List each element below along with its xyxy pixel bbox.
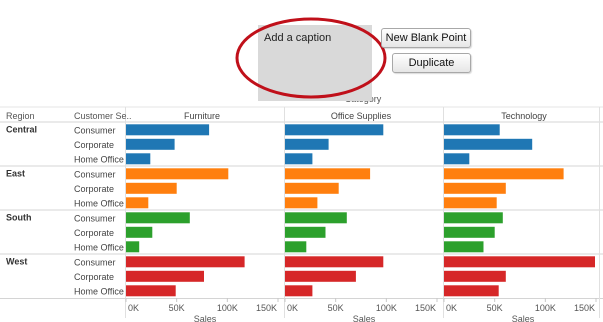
bar-central-home-office-technology [444,153,470,165]
x-axis-label-furniture: Sales [194,314,217,322]
bar-west-home-office-furniture [126,285,176,297]
segment-label-west-consumer: Consumer [74,257,116,267]
segment-label-west-home-office: Home Office [74,286,124,296]
bar-south-home-office-office-supplies [285,241,307,253]
bar-east-home-office-technology [444,197,497,209]
bar-central-corporate-technology [444,138,533,150]
bar-west-home-office-office-supplies [285,285,313,297]
x-tick-label-office-supplies-150k: 150K [415,303,436,313]
bar-east-consumer-office-supplies [285,168,371,180]
x-tick-label-technology-150k: 150K [574,303,595,313]
segment-label-east-home-office: Home Office [74,198,124,208]
bar-south-corporate-office-supplies [285,226,326,238]
x-tick-label-technology-50k: 50K [487,303,503,313]
x-tick-label-furniture-0k: 0K [128,303,139,313]
segment-label-east-corporate: Corporate [74,184,114,194]
bar-central-corporate-furniture [126,138,175,150]
x-tick-label-office-supplies-100k: 100K [376,303,397,313]
segment-label-central-corporate: Corporate [74,140,114,150]
x-tick-label-furniture-150k: 150K [256,303,277,313]
bar-central-consumer-technology [444,124,500,136]
bar-south-home-office-technology [444,241,484,253]
bar-west-home-office-technology [444,285,499,297]
x-axis-label-technology: Sales [512,314,535,322]
bar-south-consumer-technology [444,212,503,224]
bar-central-consumer-office-supplies [285,124,384,136]
bar-east-consumer-furniture [126,168,229,180]
bar-west-corporate-furniture [126,270,204,282]
region-label-south: South [6,213,32,223]
x-axis-label-office-supplies: Sales [353,314,376,322]
bar-central-home-office-office-supplies [285,153,313,165]
duplicate-button[interactable]: Duplicate [392,53,471,73]
bar-west-corporate-office-supplies [285,270,356,282]
segment-label-south-home-office: Home Office [74,242,124,252]
column-header-office-supplies: Office Supplies [331,111,392,121]
region-column-header: Region [6,111,35,121]
bar-south-home-office-furniture [126,241,140,253]
x-tick-label-office-supplies-0k: 0K [287,303,298,313]
bar-east-home-office-office-supplies [285,197,318,209]
segment-label-south-corporate: Corporate [74,228,114,238]
column-header-furniture: Furniture [184,111,220,121]
x-tick-label-technology-0k: 0K [446,303,457,313]
bar-central-home-office-furniture [126,153,151,165]
region-label-central: Central [6,125,37,135]
bar-south-corporate-technology [444,226,495,238]
segment-label-south-consumer: Consumer [74,213,116,223]
column-header-technology: Technology [501,111,547,121]
region-label-east: East [6,169,25,179]
bar-south-consumer-office-supplies [285,212,347,224]
bar-west-consumer-furniture [126,256,245,268]
x-tick-label-office-supplies-50k: 50K [328,303,344,313]
segment-label-east-consumer: Consumer [74,169,116,179]
segment-label-central-home-office: Home Office [74,154,124,164]
bar-east-home-office-furniture [126,197,149,209]
bar-east-consumer-technology [444,168,564,180]
bar-east-corporate-technology [444,182,506,194]
bar-west-corporate-technology [444,270,506,282]
bar-east-corporate-furniture [126,182,177,194]
bar-east-corporate-office-supplies [285,182,339,194]
customer-segment-column-header: Customer Se.. [74,111,132,121]
bar-central-corporate-office-supplies [285,138,329,150]
bar-west-consumer-office-supplies [285,256,384,268]
region-label-west: West [6,257,27,267]
x-tick-label-furniture-50k: 50K [169,303,185,313]
segment-label-central-consumer: Consumer [74,125,116,135]
x-tick-label-technology-100k: 100K [535,303,556,313]
x-tick-label-furniture-100k: 100K [217,303,238,313]
bar-west-consumer-technology [444,256,595,268]
bar-central-consumer-furniture [126,124,210,136]
bar-south-consumer-furniture [126,212,190,224]
bar-south-corporate-furniture [126,226,153,238]
segment-label-west-corporate: Corporate [74,272,114,282]
new-blank-point-button[interactable]: New Blank Point [381,28,471,48]
caption-highlight-ellipse [235,17,387,99]
